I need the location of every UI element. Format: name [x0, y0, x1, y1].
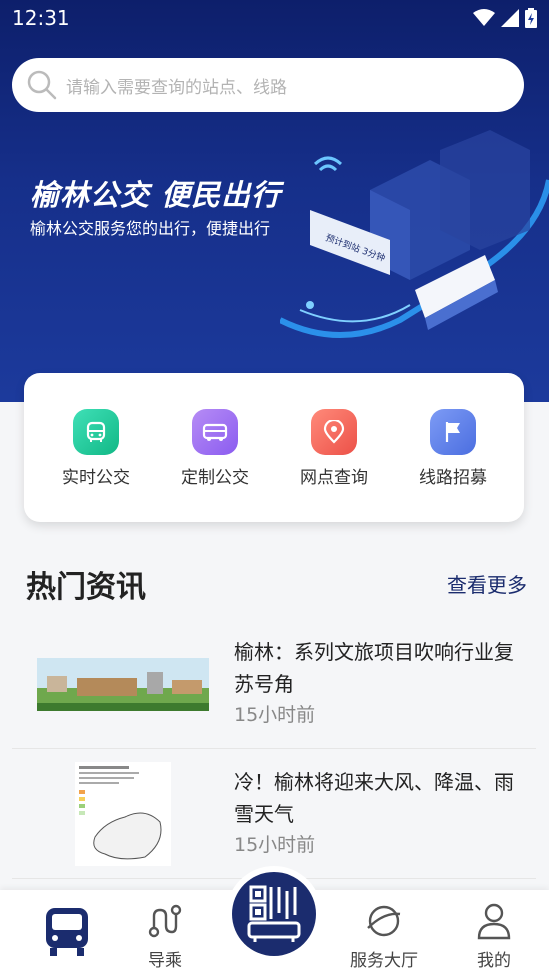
quick-action-label: 实时公交	[62, 468, 130, 488]
tab-label: 服务大厅	[350, 951, 418, 971]
quick-action-outlet-search[interactable]: 网点查询	[284, 409, 384, 488]
tab-label: 导乘	[148, 951, 182, 971]
news-title: 冷！榆林将迎来大风、降温、雨雪天气	[234, 770, 514, 826]
bus-icon	[73, 409, 119, 455]
custom-bus-icon	[192, 409, 238, 455]
news-item[interactable]: 冷！榆林将迎来大风、降温、雨雪天气 15小时前	[12, 750, 536, 879]
person-icon	[477, 903, 511, 940]
quick-action-realtime-bus[interactable]: 实时公交	[46, 409, 146, 488]
banner-subtitle: 榆林公交服务您的出行，便捷出行	[30, 219, 271, 238]
hero-banner: 12:31 请输入需要查询的站点、线路 榆林公交 便民出行 榆林公交服务您的出行…	[0, 0, 549, 402]
scan-qr-button[interactable]	[226, 866, 322, 962]
search-icon	[27, 70, 57, 100]
quick-action-label: 线路招募	[419, 468, 487, 488]
news-section-title: 热门资讯	[26, 570, 146, 605]
quick-actions-card: 实时公交 定制公交 网点查询 线路招募	[24, 373, 524, 522]
search-input[interactable]: 请输入需要查询的站点、线路	[66, 73, 287, 98]
quick-action-label: 定制公交	[181, 468, 249, 488]
planet-icon	[367, 905, 401, 937]
tab-guide[interactable]: 导乘	[115, 902, 215, 971]
flag-icon	[430, 409, 476, 455]
news-thumbnail	[37, 658, 209, 711]
status-time: 12:31	[12, 6, 70, 30]
status-bar: 12:31	[0, 0, 549, 38]
quick-action-label: 网点查询	[300, 468, 368, 488]
news-item[interactable]: 榆林：系列文旅项目吹响行业复苏号角 15小时前	[12, 620, 536, 749]
wifi-icon	[473, 9, 495, 26]
quick-action-route-recruit[interactable]: 线路招募	[403, 409, 503, 488]
news-time: 15小时前	[234, 704, 316, 726]
tab-bus[interactable]	[17, 904, 117, 962]
tab-label: 我的	[477, 951, 511, 971]
location-pin-icon	[311, 409, 357, 455]
battery-icon	[525, 8, 537, 28]
banner-title: 榆林公交 便民出行	[30, 178, 282, 212]
signal-icon	[501, 9, 519, 27]
qr-code-icon	[247, 885, 301, 942]
tab-service-hall[interactable]: 服务大厅	[334, 902, 434, 971]
search-bar[interactable]: 请输入需要查询的站点、线路	[12, 58, 524, 112]
city-bus-illustration: 预计到站 3分钟	[280, 130, 549, 338]
bus-icon	[46, 908, 88, 956]
view-more-link[interactable]: 查看更多	[447, 569, 527, 598]
route-icon	[148, 904, 182, 938]
news-thumbnail	[75, 762, 171, 866]
quick-action-custom-bus[interactable]: 定制公交	[165, 409, 265, 488]
tab-mine[interactable]: 我的	[444, 902, 544, 971]
news-title: 榆林：系列文旅项目吹响行业复苏号角	[234, 640, 514, 696]
news-time: 15小时前	[234, 834, 316, 856]
